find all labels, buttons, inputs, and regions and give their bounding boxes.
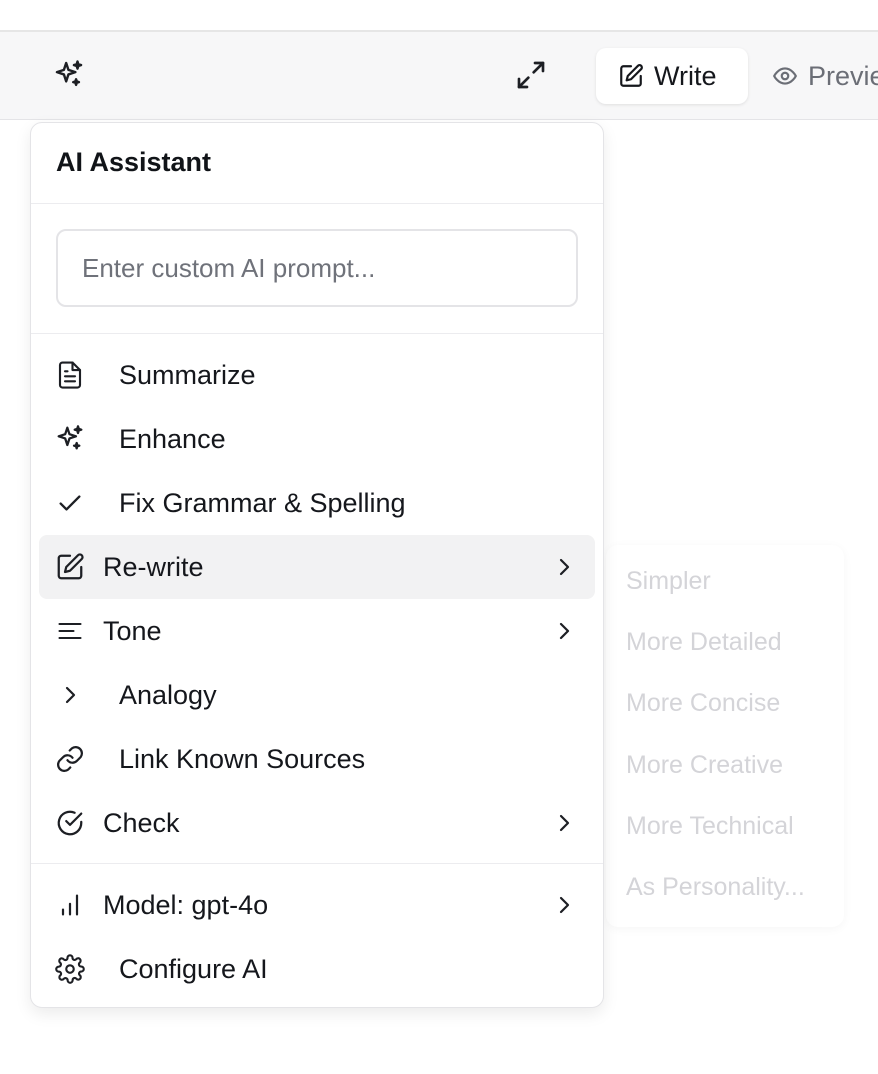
menu-item-fix-grammar[interactable]: Fix Grammar & Spelling: [39, 471, 595, 535]
submenu-item-more-detailed[interactable]: More Detailed: [626, 628, 782, 657]
menu-item-label: Enhance: [119, 423, 226, 454]
menu-divider: [31, 863, 603, 864]
pencil-square-icon: [620, 64, 643, 87]
sparkles-icon: [55, 60, 83, 87]
gear-icon: [53, 952, 87, 986]
sparkles-icon: [53, 422, 87, 456]
link-icon: [53, 742, 87, 776]
menu-item-model[interactable]: Model: gpt-4o: [39, 873, 595, 937]
chevron-right-icon: [551, 892, 577, 918]
expand-icon: [517, 61, 545, 89]
eye-icon: [773, 67, 797, 85]
menu-item-label: Summarize: [119, 359, 256, 390]
menu-item-analogy[interactable]: Analogy: [39, 663, 595, 727]
tab-write-label: Write: [654, 60, 717, 91]
menu-item-label: Analogy: [119, 679, 217, 710]
ai-assistant-menu: AI Assistant Summarize Enhance: [30, 122, 604, 1008]
menu-divider: [31, 333, 603, 334]
menu-item-label: Tone: [103, 615, 162, 646]
align-left-icon: [53, 614, 87, 648]
menu-title: AI Assistant: [56, 147, 212, 177]
tab-write[interactable]: Write: [596, 48, 748, 104]
menu-divider: [31, 203, 603, 204]
chevron-right-icon: [551, 810, 577, 836]
ai-sparkles-button[interactable]: [50, 56, 88, 94]
submenu-item-as-personality[interactable]: As Personality...: [626, 873, 805, 902]
menu-item-check[interactable]: Check: [39, 791, 595, 855]
submenu-item-more-creative[interactable]: More Creative: [626, 751, 783, 780]
menu-item-label: Fix Grammar & Spelling: [119, 487, 406, 518]
chevron-right-icon: [551, 618, 577, 644]
write-preview-toggle: Write Preview: [584, 40, 878, 112]
menu-item-label: Check: [103, 807, 180, 838]
document-icon: [53, 358, 87, 392]
rewrite-submenu: Simpler More Detailed More Concise More …: [606, 545, 844, 927]
menu-item-label: Link Known Sources: [119, 743, 366, 774]
submenu-item-simpler[interactable]: Simpler: [626, 567, 711, 596]
fullscreen-button[interactable]: [512, 56, 550, 94]
menu-item-configure-ai[interactable]: Configure AI: [39, 937, 595, 1001]
menu-item-label: Configure AI: [119, 953, 268, 984]
menu-item-label: Model: gpt-4o: [103, 889, 269, 920]
menu-item-link-sources[interactable]: Link Known Sources: [39, 727, 595, 791]
check-icon: [53, 486, 87, 520]
check-circle-icon: [53, 806, 87, 840]
chevron-right-icon: [53, 678, 87, 712]
menu-item-summarize[interactable]: Summarize: [39, 343, 595, 407]
menu-item-label: Re-write: [103, 551, 204, 582]
submenu-item-more-technical[interactable]: More Technical: [626, 812, 794, 841]
pencil-square-icon: [53, 550, 87, 584]
menu-item-enhance[interactable]: Enhance: [39, 407, 595, 471]
bar-chart-icon: [53, 888, 87, 922]
menu-item-tone[interactable]: Tone: [39, 599, 595, 663]
tab-preview[interactable]: Preview: [772, 48, 878, 104]
custom-prompt-input[interactable]: [56, 229, 578, 307]
chevron-right-icon: [551, 554, 577, 580]
menu-item-rewrite[interactable]: Re-write: [39, 535, 595, 599]
tab-preview-label: Preview: [808, 60, 878, 91]
submenu-item-more-concise[interactable]: More Concise: [626, 689, 780, 718]
